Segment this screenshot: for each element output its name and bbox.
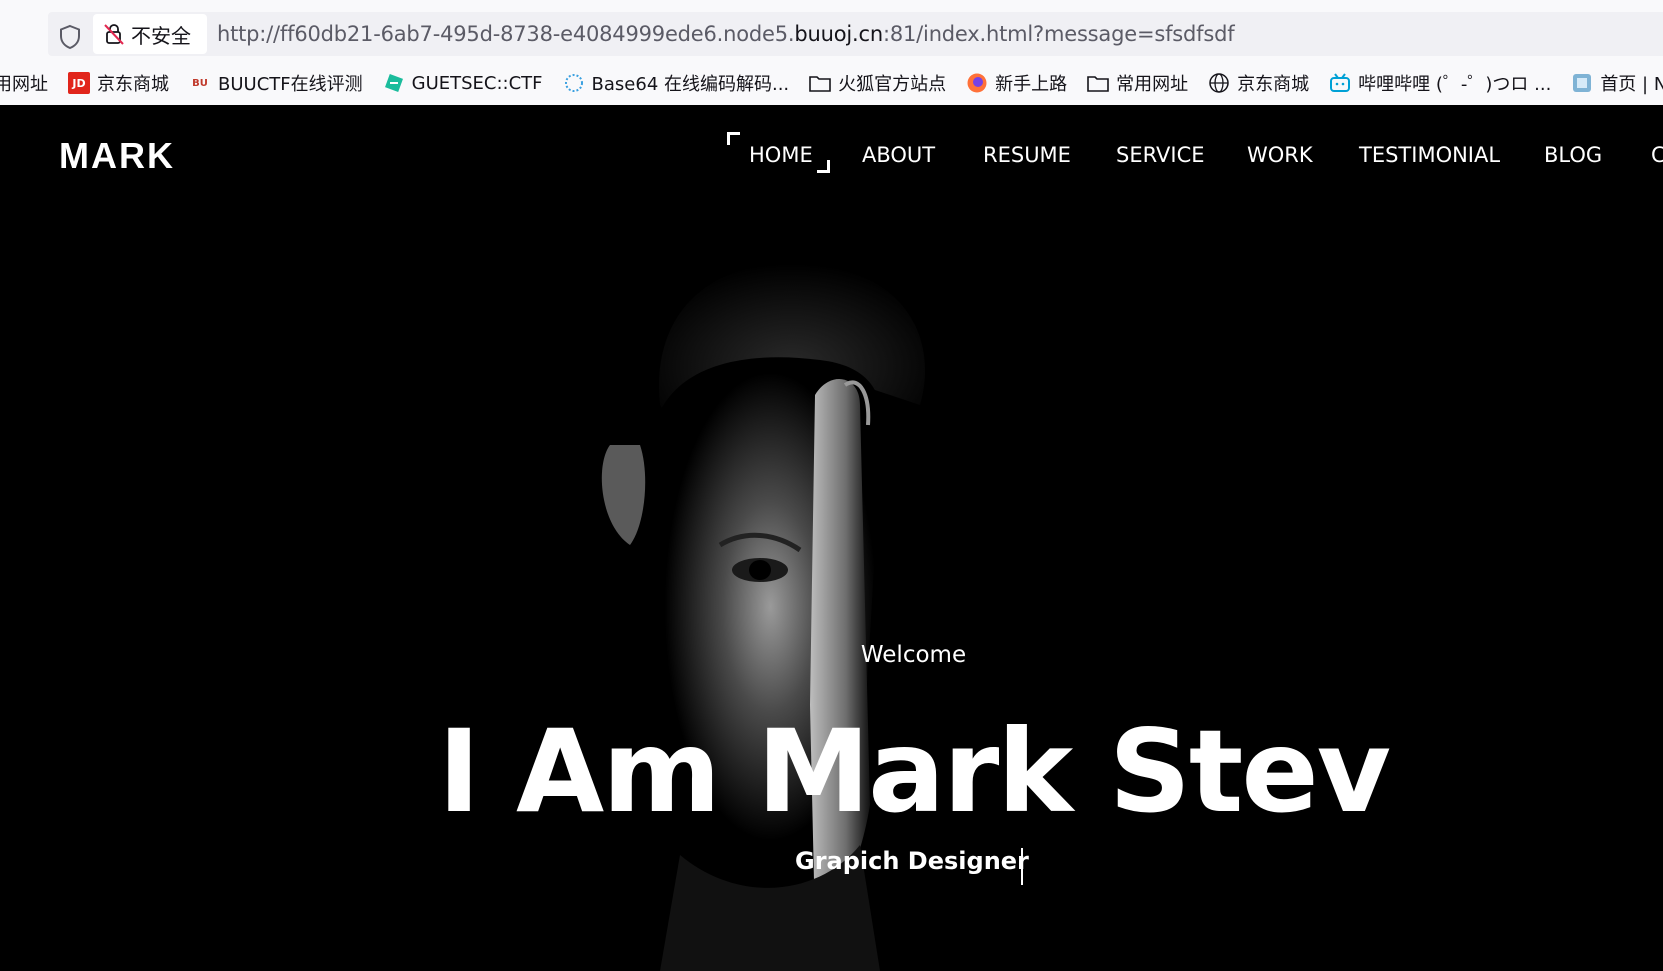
bookmark-label: BUUCTF在线评测 xyxy=(218,74,363,95)
jd-icon: JD xyxy=(68,72,90,94)
bookmark-label: GUETSEC::CTF xyxy=(411,72,543,94)
url-prefix: http://ff60db21-6ab7-495d-8738-e4084999e… xyxy=(217,22,795,46)
website-page: MARK HOME ABOUT RESUME SERVICE WORK TEST… xyxy=(0,105,1663,971)
base64-icon xyxy=(563,72,585,94)
typing-cursor xyxy=(1021,848,1023,885)
hero-portrait-image xyxy=(601,263,926,971)
bookmarks-bar: 用网址 JD 京东商城 BU BUUCTF在线评测 GUETSEC::CTF B… xyxy=(0,66,1663,100)
nav-contact[interactable]: CONTACT xyxy=(1651,143,1663,167)
bookmark-label: 常用网址 xyxy=(1116,74,1189,95)
bookmark-firefox-official[interactable]: 火狐官方站点 xyxy=(809,70,946,96)
bookmark-label: Base64 在线编码解码... xyxy=(591,74,790,95)
bookmark-base64[interactable]: Base64 在线编码解码... xyxy=(563,70,790,96)
bookmark-label: 新手上路 xyxy=(995,74,1068,95)
guetsec-icon xyxy=(383,72,405,94)
firefox-icon xyxy=(966,72,988,94)
nav-active-corner-bottom xyxy=(817,160,830,173)
bookmark-guetsec[interactable]: GUETSEC::CTF xyxy=(383,72,543,94)
insecure-label: 不安全 xyxy=(131,23,191,48)
bookmark-label: 哔哩哔哩 (゜-゜)つロ ... xyxy=(1358,74,1552,95)
insecure-lock-icon xyxy=(104,24,124,45)
nss-icon xyxy=(1571,72,1593,94)
buuctf-icon: BU xyxy=(192,77,208,89)
url-text[interactable]: http://ff60db21-6ab7-495d-8738-e4084999e… xyxy=(217,22,1235,46)
site-logo[interactable]: MARK xyxy=(59,135,175,177)
nav-service[interactable]: SERVICE xyxy=(1116,143,1205,167)
bilibili-icon xyxy=(1329,72,1351,94)
bookmark-label: 京东商城 xyxy=(1237,74,1310,95)
bookmark-label: 火狐官方站点 xyxy=(838,74,947,95)
hero-role-typed: Grapich Designer xyxy=(795,847,1029,875)
folder-icon xyxy=(1087,72,1109,94)
nav-active-corner-top xyxy=(727,132,740,145)
connection-insecure-button[interactable]: 不安全 xyxy=(93,14,207,54)
nav-testimonial[interactable]: TESTIMONIAL xyxy=(1359,143,1500,167)
bookmark-common-sites[interactable]: 用网址 xyxy=(0,70,48,96)
bookmark-getting-started[interactable]: 新手上路 xyxy=(966,70,1067,96)
bookmark-label: 首页 | NSSCTF xyxy=(1600,74,1663,95)
nav-home[interactable]: HOME xyxy=(749,143,813,167)
folder-icon xyxy=(809,72,831,94)
url-domain: buuoj.cn xyxy=(794,22,883,46)
nav-blog[interactable]: BLOG xyxy=(1544,143,1602,167)
hero-welcome: Welcome xyxy=(860,642,967,668)
url-suffix: :81/index.html?message=sfsdfsdf xyxy=(882,22,1235,46)
bookmark-label: 京东商城 xyxy=(97,74,169,95)
bookmark-common-folder[interactable]: 常用网址 xyxy=(1087,70,1188,96)
bookmark-bilibili[interactable]: 哔哩哔哩 (゜-゜)つロ ... xyxy=(1329,70,1551,96)
globe-icon xyxy=(1208,72,1230,94)
bookmark-jd-2[interactable]: 京东商城 xyxy=(1208,70,1309,96)
shield-icon[interactable] xyxy=(58,24,82,50)
nav-work[interactable]: WORK xyxy=(1247,143,1313,167)
browser-toolbar: 不安全 http://ff60db21-6ab7-495d-8738-e4084… xyxy=(0,0,1663,105)
bookmark-nssctf[interactable]: 首页 | NSSCTF xyxy=(1571,70,1663,96)
nav-about[interactable]: ABOUT xyxy=(862,143,935,167)
address-row: 不安全 http://ff60db21-6ab7-495d-8738-e4084… xyxy=(0,6,1663,56)
bookmark-buuctf[interactable]: BU BUUCTF在线评测 xyxy=(189,70,363,96)
hero-headline: I Am Mark Stev xyxy=(437,705,1391,838)
bookmark-jd[interactable]: JD 京东商城 xyxy=(68,70,169,96)
bookmark-label: 用网址 xyxy=(0,74,48,95)
nav-resume[interactable]: RESUME xyxy=(983,143,1071,167)
